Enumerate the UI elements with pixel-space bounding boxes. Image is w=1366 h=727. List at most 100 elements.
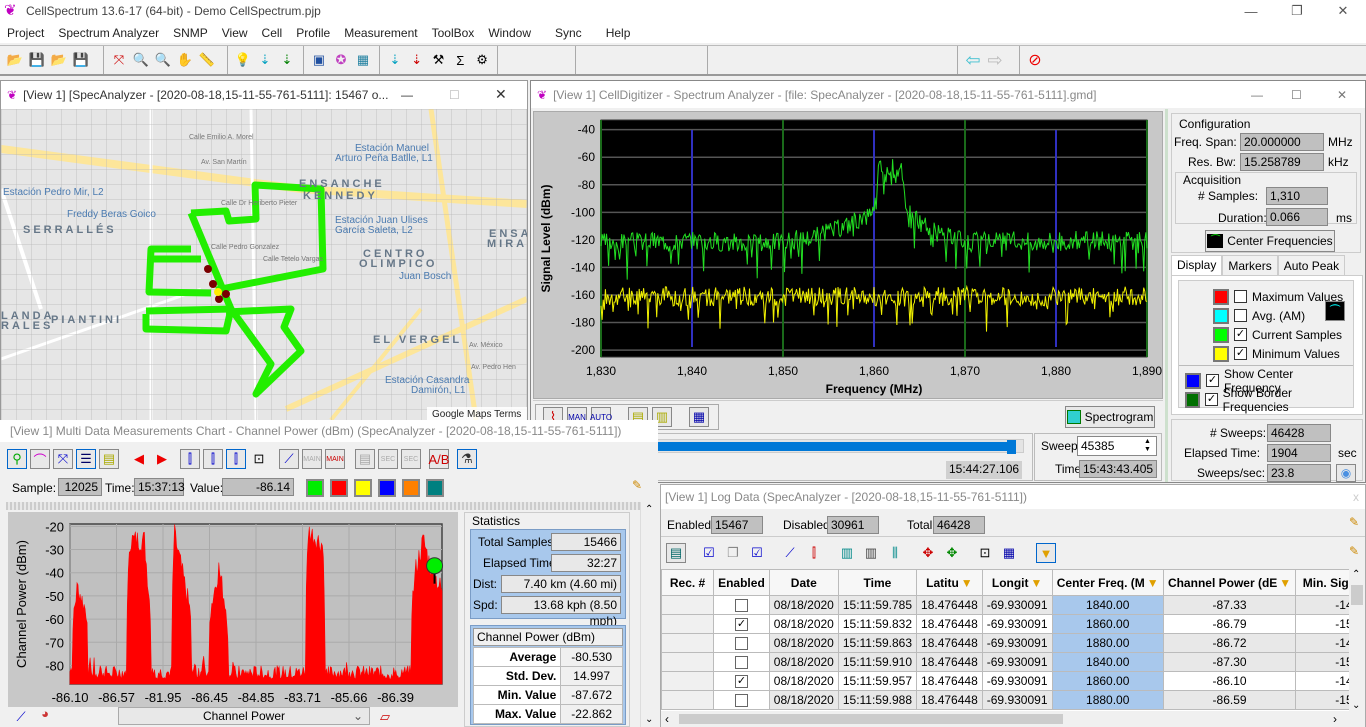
menu-project[interactable]: Project: [0, 26, 51, 40]
row-checkbox[interactable]: [734, 637, 748, 651]
column-filter-icon[interactable]: ▼: [1279, 576, 1291, 590]
menu-window[interactable]: Window: [481, 26, 538, 40]
column-header[interactable]: Time: [837, 569, 918, 596]
toggle-check-icon[interactable]: ☑: [747, 543, 767, 563]
map-canvas[interactable]: Estación Manuel Arturo Peña Batlle, L1 E…: [1, 109, 527, 420]
menu-help[interactable]: Help: [599, 26, 638, 40]
menu-cell[interactable]: Cell: [255, 26, 290, 40]
settings-icon[interactable]: ⚙: [472, 50, 492, 70]
import-green-icon[interactable]: ⇣: [277, 50, 297, 70]
uncheck-all-icon[interactable]: ❐: [723, 543, 743, 563]
enabled-checkbox[interactable]: [713, 595, 770, 615]
column-filter-icon[interactable]: ▼: [961, 576, 973, 590]
zoom-out-icon[interactable]: 🔍: [153, 50, 173, 70]
cursor-left-icon[interactable]: ⫿: [180, 449, 200, 469]
right-arrow-icon[interactable]: ▶: [152, 449, 172, 469]
trace-checkbox[interactable]: ✓: [1234, 328, 1247, 341]
close-button[interactable]: ✕: [1337, 88, 1347, 102]
zoom-extent-icon[interactable]: ⤧: [109, 50, 129, 70]
current-position-marker[interactable]: [426, 557, 444, 575]
import-cyan-icon[interactable]: ⇣: [255, 50, 275, 70]
column-header[interactable]: Longit ▼: [981, 569, 1053, 596]
ab-compare-icon[interactable]: A/B: [429, 449, 449, 469]
close-button[interactable]: ✕: [1320, 0, 1366, 22]
export-notes-icon[interactable]: ✎: [632, 478, 642, 492]
cursor-right-icon[interactable]: ⫿: [203, 449, 223, 469]
column-header[interactable]: Channel Power (dE ▼: [1162, 569, 1297, 596]
back-arrow-icon[interactable]: ⇦: [963, 50, 983, 70]
row-checkbox[interactable]: [734, 599, 748, 613]
row-checkbox[interactable]: [734, 656, 748, 670]
series-color-swatch[interactable]: [330, 479, 348, 497]
column-header[interactable]: Date: [768, 569, 839, 596]
row-checkbox[interactable]: [734, 694, 748, 708]
column-header[interactable]: Latitu ▼: [916, 569, 983, 596]
columns-icon[interactable]: ▥: [837, 543, 857, 563]
series-color-swatch[interactable]: [402, 479, 420, 497]
menu-profile[interactable]: Profile: [289, 26, 337, 40]
spectrum-chart[interactable]: -40 -60 -80 -100 -120 -140 -160 -180 -200 1,830 1,…: [534, 112, 1164, 400]
timeline-thumb[interactable]: [1007, 440, 1017, 454]
open-project-icon[interactable]: 📂: [5, 50, 25, 70]
device-icon[interactable]: ⊡: [249, 449, 269, 469]
sec-chart-icon[interactable]: SEC: [401, 449, 421, 469]
chart-settings-icon[interactable]: ⟋: [11, 707, 31, 727]
stop-icon[interactable]: ⊘: [1025, 50, 1045, 70]
cursor-both-icon[interactable]: ⫿: [226, 449, 246, 469]
table-view-icon[interactable]: ▦: [689, 407, 709, 427]
table-row[interactable]: 08/18/2020 15:11:59.910 18.476448 -69.93009…: [661, 652, 1349, 672]
minimize-button[interactable]: —: [1228, 0, 1274, 22]
curve-chart-icon[interactable]: ⌒: [30, 449, 50, 469]
enabled-checkbox[interactable]: [713, 633, 770, 653]
column-header[interactable]: Min. Signal (: [1295, 569, 1349, 596]
chart-icon[interactable]: ▣: [309, 50, 329, 70]
sweep-spinner-icon[interactable]: ▲ ▼: [1144, 438, 1151, 454]
tab-auto-peak[interactable]: Auto Peak: [1277, 255, 1346, 275]
zoom-red-icon[interactable]: ✥: [918, 543, 938, 563]
log-vscroll[interactable]: ⌃ ⌄: [1349, 569, 1365, 711]
lightbulb-icon[interactable]: 💡: [233, 50, 253, 70]
chart-log-icon[interactable]: ⟋: [780, 543, 800, 563]
table-row[interactable]: 08/18/2020 15:11:59.785 18.476448 -69.93009…: [661, 595, 1349, 615]
menu-spectrum-analyzer[interactable]: Spectrum Analyzer: [51, 26, 166, 40]
columns-narrow-icon[interactable]: ⫼: [885, 543, 905, 563]
list-view-icon[interactable]: ☰: [76, 449, 96, 469]
trace-checkbox[interactable]: ✓: [1234, 347, 1247, 360]
enabled-checkbox[interactable]: [713, 690, 770, 710]
stats-chart-icon[interactable]: ▱: [375, 707, 395, 727]
splitter[interactable]: [6, 502, 640, 510]
tools-icon[interactable]: ⚒: [429, 50, 449, 70]
export-notes-icon[interactable]: ✎: [1349, 515, 1359, 529]
maximize-button[interactable]: ☐: [1291, 88, 1302, 102]
restore-button[interactable]: ❐: [1274, 0, 1320, 22]
menu-measurement[interactable]: Measurement: [337, 26, 424, 40]
measure-select[interactable]: Channel Power ⌄: [118, 707, 370, 725]
sigma-icon[interactable]: Σ: [450, 50, 470, 70]
trace-color-swatch[interactable]: [1213, 345, 1229, 362]
center-frequencies-button[interactable]: ⏜ Center Frequencies: [1205, 230, 1335, 252]
freq-checkbox[interactable]: ✓: [1205, 374, 1219, 387]
minimize-button[interactable]: —: [401, 88, 413, 102]
scroll-thumb[interactable]: [1351, 585, 1363, 605]
scroll-down-icon[interactable]: ⌄: [1352, 700, 1360, 711]
column-filter-icon[interactable]: ▼: [1031, 576, 1043, 590]
minimize-button[interactable]: —: [1251, 88, 1263, 102]
table-row[interactable]: 08/18/2020 15:11:59.863 18.476448 -69.93009…: [661, 633, 1349, 653]
trace-checkbox[interactable]: [1234, 290, 1247, 303]
spectrogram-button[interactable]: Spectrogram: [1065, 406, 1155, 428]
legend-icon[interactable]: ▤: [99, 449, 119, 469]
channel-power-chart[interactable]: -20-30-40-50-60-70-80-86.10 -86.57 -81.95-…: [8, 512, 458, 707]
column-header[interactable]: Rec. #: [661, 569, 715, 596]
scroll-thumb[interactable]: [679, 714, 1063, 724]
table-row[interactable]: 08/18/2020 15:11:59.988 18.476448 -69.93009…: [661, 690, 1349, 710]
series-color-swatch[interactable]: [426, 479, 444, 497]
grid-view-icon[interactable]: ▤: [666, 543, 686, 563]
device-icon[interactable]: ⊡: [975, 543, 995, 563]
trend-chart-icon[interactable]: ⟋: [279, 449, 299, 469]
pan-hand-icon[interactable]: ✋: [175, 50, 195, 70]
analysis-icon[interactable]: ⚗: [457, 449, 477, 469]
mdm-scrollbar[interactable]: ⌃ ⌄: [640, 502, 658, 727]
menu-snmp[interactable]: SNMP: [166, 26, 215, 40]
tab-markers[interactable]: Markers: [1222, 255, 1278, 275]
filter-icon[interactable]: ▼: [1036, 543, 1056, 563]
